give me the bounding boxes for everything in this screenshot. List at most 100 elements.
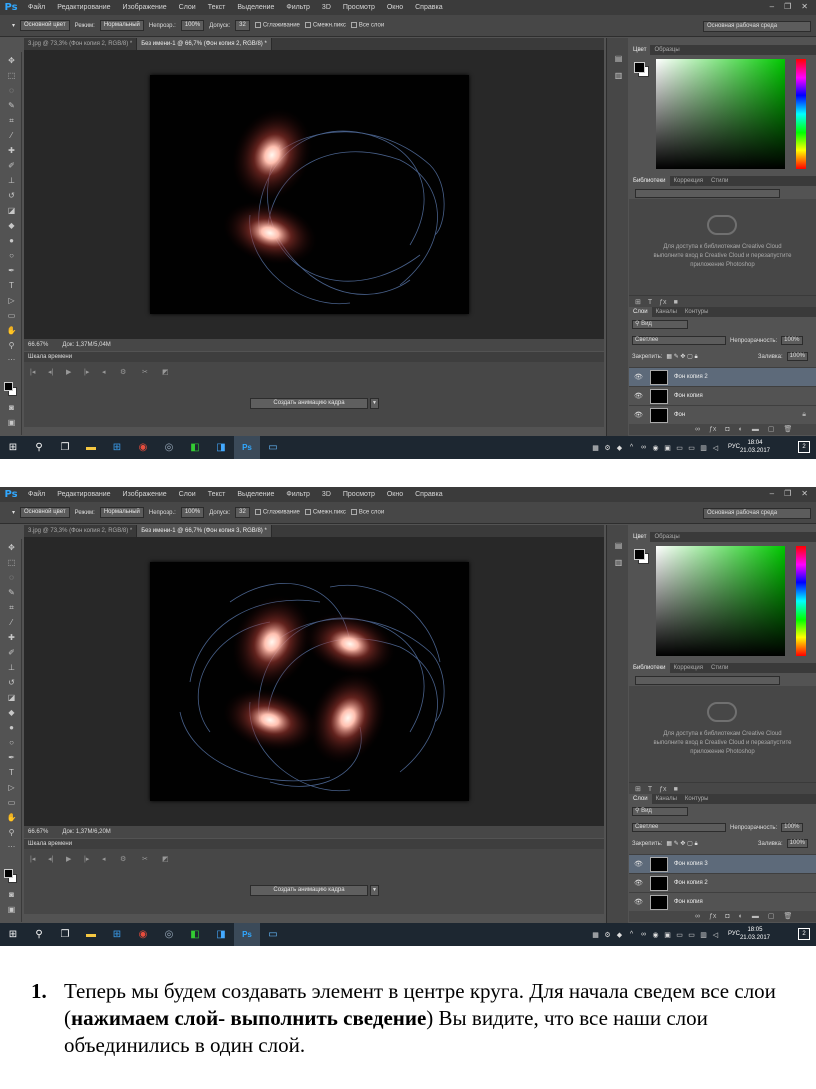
move-tool-icon[interactable]: ✥ (5, 56, 18, 66)
search-icon[interactable]: ⚲ (26, 923, 52, 946)
tray-network-icon[interactable]: ▥ (699, 931, 708, 939)
transition-icon[interactable]: ◩ (162, 368, 169, 376)
tray-link-icon[interactable]: ∞ (639, 931, 648, 938)
minimize-icon[interactable]: – (770, 489, 774, 498)
tray-link-icon[interactable]: ∞ (639, 444, 648, 451)
menu-3d[interactable]: 3D (316, 491, 337, 498)
file-explorer-icon[interactable]: ▬ (78, 436, 104, 459)
restore-icon[interactable]: ❐ (784, 2, 791, 11)
blend-mode-select[interactable]: Светлее (632, 823, 726, 832)
workspace-select[interactable]: Основная рабочая среда (703, 508, 811, 519)
first-frame-icon[interactable]: |◂ (30, 855, 35, 863)
tab-layers[interactable]: Слои (629, 794, 652, 804)
menu-filter[interactable]: Фильтр (280, 491, 316, 498)
tab-libraries[interactable]: Библиотеки (629, 176, 670, 186)
next-frame-icon[interactable]: |▸ (84, 368, 89, 376)
kind-filter-select[interactable]: ⚲ Вид (632, 320, 688, 329)
workspace-select[interactable]: Основная рабочая среда (703, 21, 811, 32)
store-icon[interactable]: ⊞ (104, 923, 130, 946)
antialias-checkbox[interactable]: Сглаживание (254, 509, 300, 516)
fx-icon[interactable]: ƒx (709, 424, 716, 435)
prev-frame-icon[interactable]: ◂| (48, 368, 53, 376)
kind-filter-select[interactable]: ⚲ Вид (632, 807, 688, 816)
prev-frame-icon[interactable]: ◂| (48, 855, 53, 863)
color-picker-field[interactable] (656, 59, 785, 169)
move-tool-icon[interactable]: ✥ (5, 543, 18, 553)
layer-row[interactable]: 👁︎ Фон копия 3 (629, 854, 816, 873)
menu-view[interactable]: Просмотр (337, 491, 381, 498)
menu-view[interactable]: Просмотр (337, 4, 381, 11)
quick-select-tool-icon[interactable]: ✎ (5, 588, 18, 598)
media-player-icon[interactable]: ◎ (156, 436, 182, 459)
play-icon[interactable]: ▶ (66, 368, 71, 376)
healing-brush-tool-icon[interactable]: ✚ (5, 633, 18, 643)
tray-app-icon[interactable]: ▦ (591, 444, 600, 452)
menu-select[interactable]: Выделение (231, 491, 280, 498)
hand-tool-icon[interactable]: ✋ (5, 326, 18, 336)
next-frame-icon[interactable]: |▸ (84, 855, 89, 863)
mode-select[interactable]: Нормальный (99, 507, 144, 518)
tray-red-icon[interactable]: ◉ (651, 444, 660, 452)
windows-start-icon[interactable]: ⊞ (0, 436, 26, 459)
brush-tool-icon[interactable]: ✐ (5, 648, 18, 658)
restore-icon[interactable]: ❐ (784, 489, 791, 498)
image-viewer-icon[interactable]: ▭ (260, 923, 286, 946)
minimize-icon[interactable]: – (770, 2, 774, 11)
history-icon[interactable]: ▤ (612, 54, 625, 64)
menu-window[interactable]: Окно (381, 491, 409, 498)
tray-monitor-icon[interactable]: ▭ (675, 444, 684, 452)
folder-icon[interactable]: ▬ (752, 911, 759, 922)
document-canvas[interactable] (150, 75, 469, 314)
eye-icon[interactable]: 👁︎ (634, 411, 643, 419)
adjustment-icon[interactable]: ◐ (739, 424, 743, 435)
tab-document-untitled[interactable]: Без имени-1 @ 66,7% (Фон копия 2, RGB/8)… (137, 38, 272, 50)
tray-green-icon[interactable]: ▣ (663, 931, 672, 939)
foreground-color-swatch[interactable] (4, 869, 13, 878)
image-viewer-icon[interactable]: ▭ (260, 436, 286, 459)
more-tools-icon[interactable]: … (5, 353, 18, 363)
photoshop-taskbar-icon[interactable]: Ps (234, 923, 260, 946)
tolerance-input[interactable]: 32 (235, 20, 250, 31)
tray-settings-icon[interactable]: ⚙ (603, 931, 612, 939)
foreground-color-swatch[interactable] (4, 382, 13, 391)
adjustment-icon[interactable]: ◐ (739, 911, 743, 922)
audio-icon[interactable]: ◂ (102, 368, 106, 376)
lasso-tool-icon[interactable]: ◌ (5, 573, 18, 583)
quick-select-tool-icon[interactable]: ✎ (5, 101, 18, 111)
lock-icons[interactable]: ▦ ✎ ✥ ▢ 🔒︎ (666, 353, 697, 361)
library-select[interactable] (635, 189, 780, 198)
tray-monitor2-icon[interactable]: ▭ (687, 931, 696, 939)
menu-image[interactable]: Изображение (117, 4, 173, 11)
zoom-tool-icon[interactable]: ⚲ (5, 341, 18, 351)
tray-network-icon[interactable]: ▥ (699, 444, 708, 452)
chrome-icon[interactable]: ◉ (130, 923, 156, 946)
history-brush-tool-icon[interactable]: ↺ (5, 191, 18, 201)
eyedropper-tool-icon[interactable]: ⁄ (5, 131, 18, 141)
layer-row[interactable]: 👁︎ Фон 🔒︎ (629, 405, 816, 424)
pen-tool-icon[interactable]: ✒ (5, 753, 18, 763)
menu-help[interactable]: Справка (409, 4, 448, 11)
dodge-tool-icon[interactable]: ○ (5, 251, 18, 261)
chevron-down-icon[interactable]: ▼ (370, 885, 379, 896)
all-layers-checkbox[interactable]: Все слои (350, 509, 384, 516)
opacity-input[interactable]: 100% (180, 20, 205, 31)
blend-mode-select[interactable]: Светлее (632, 336, 726, 345)
document-size[interactable]: Док: 1,37M/6,20M (62, 829, 110, 835)
stamp-tool-icon[interactable]: ⊥ (5, 663, 18, 673)
eye-icon[interactable]: 👁︎ (634, 879, 643, 887)
paint-bucket-tool-icon[interactable]: ◆ (5, 708, 18, 718)
tab-layers[interactable]: Слои (629, 307, 652, 317)
trash-icon[interactable]: 🗑︎ (784, 911, 793, 922)
menu-edit[interactable]: Редактирование (51, 4, 116, 11)
new-layer-icon[interactable]: ▢ (768, 911, 775, 922)
panel-fg-color[interactable] (634, 549, 645, 560)
crop-tool-icon[interactable]: ⌗ (5, 603, 18, 613)
tray-green-icon[interactable]: ▣ (663, 444, 672, 452)
zoom-level[interactable]: 66.67% (28, 829, 48, 835)
path-select-tool-icon[interactable]: ▷ (5, 296, 18, 306)
tray-monitor2-icon[interactable]: ▭ (687, 444, 696, 452)
antialias-checkbox[interactable]: Сглаживание (254, 22, 300, 29)
menu-image[interactable]: Изображение (117, 491, 173, 498)
search-icon[interactable]: ⚲ (26, 436, 52, 459)
layer-row[interactable]: 👁︎ Фон копия 2 (629, 873, 816, 892)
